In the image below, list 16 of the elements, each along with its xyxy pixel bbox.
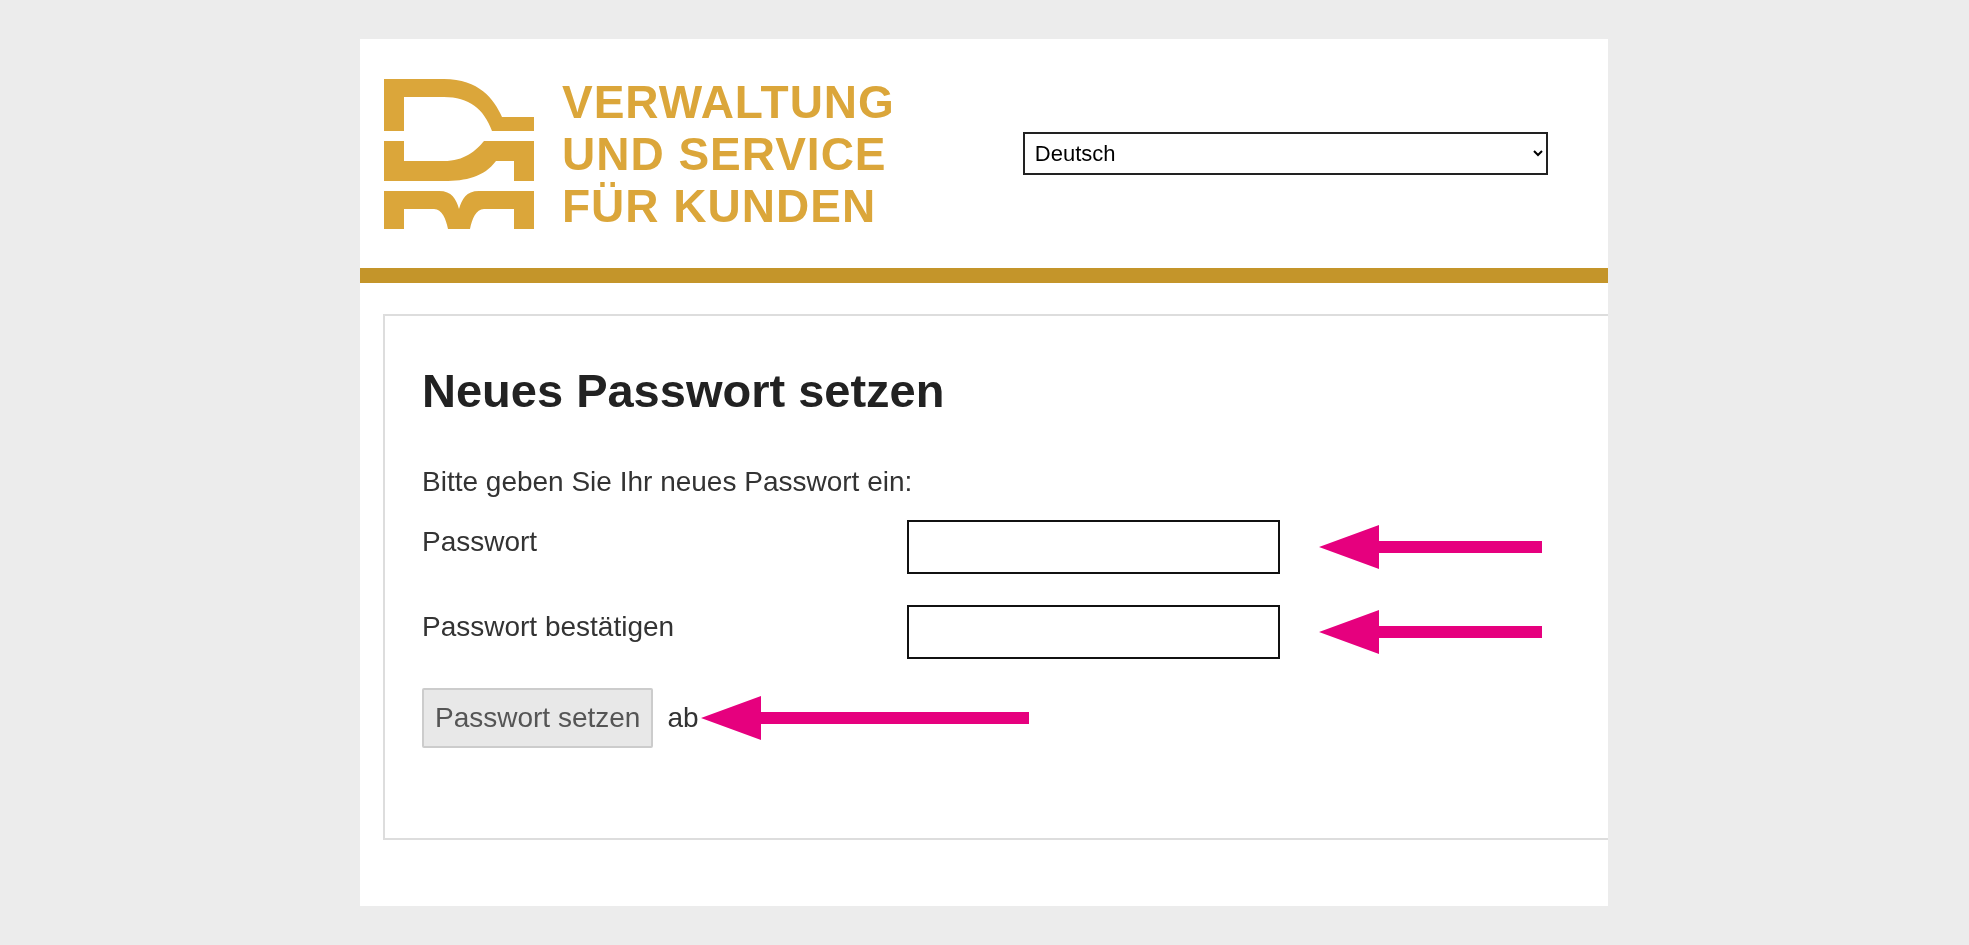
password-field[interactable] (907, 605, 1280, 659)
arrow-icon (1319, 610, 1542, 654)
logo-icon (384, 78, 534, 229)
form-title: Neues Passwort setzen (422, 363, 946, 418)
password-field[interactable] (907, 520, 1280, 574)
logo-text: VERWALTUNG (562, 75, 895, 128)
intro-text: Bitte geben Sie Ihr neues Passwort ein: (422, 466, 914, 498)
cancel-link[interactable]: ab (667, 702, 699, 734)
set-password-button[interactable]: Passwort setzen (422, 688, 654, 748)
arrow-icon (700, 696, 1029, 740)
field-label: Passwort bestätigen (422, 611, 676, 643)
logo-text: FÜR KUNDEN (562, 179, 878, 232)
language-dropdown[interactable]: Deutsch (1022, 132, 1548, 175)
field-label: Passwort (422, 526, 539, 558)
logo-text: UND SERVICE (562, 127, 888, 180)
arrow-icon (1319, 525, 1542, 569)
